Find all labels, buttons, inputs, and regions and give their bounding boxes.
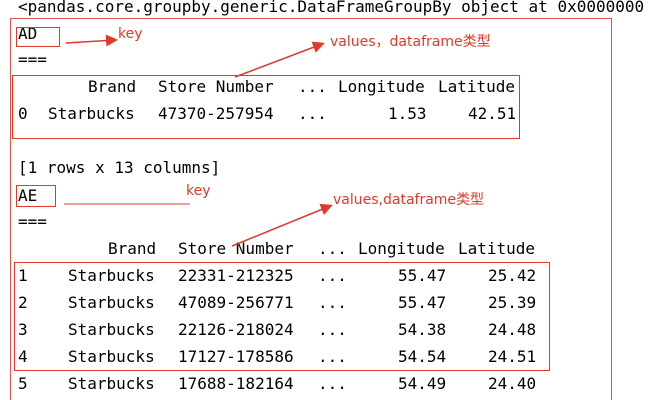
column-header-ellipsis: ... [298, 77, 327, 96]
column-header-store-number: Store Number [178, 239, 294, 258]
row-brand: Starbucks [68, 320, 155, 339]
row-ellipsis: ... [318, 266, 347, 285]
row-brand: Starbucks [68, 347, 155, 366]
row-index: 0 [18, 104, 28, 123]
annotation-values-label: values,dataframe类型 [333, 192, 485, 208]
column-header-brand: Brand [88, 77, 137, 96]
row-store-number: 47089-256771 [178, 293, 294, 312]
column-header-latitude: Latitude [438, 77, 516, 96]
row-ellipsis: ... [318, 320, 347, 339]
row-index: 1 [18, 266, 28, 285]
row-latitude: 24.40 [488, 374, 537, 393]
column-header-longitude: Longitude [358, 239, 445, 258]
row-longitude: 1.53 [388, 104, 427, 123]
row-store-number: 47370-257954 [158, 104, 274, 123]
row-ellipsis: ... [298, 104, 327, 123]
group-separator: === [18, 50, 47, 69]
row-index: 3 [18, 320, 28, 339]
row-index: 5 [18, 374, 28, 393]
row-latitude: 24.51 [488, 347, 537, 366]
row-longitude: 54.54 [398, 347, 447, 366]
row-longitude: 54.38 [398, 320, 447, 339]
console-output: <pandas.core.groupby.generic.DataFrameGr… [0, 0, 670, 400]
row-ellipsis: ... [318, 374, 347, 393]
column-header-ellipsis: ... [318, 239, 347, 258]
row-index: 2 [18, 293, 28, 312]
annotation-key-label: key [118, 26, 143, 42]
key-highlight-box [16, 27, 60, 47]
row-latitude: 25.39 [488, 293, 537, 312]
column-header-store-number: Store Number [158, 77, 274, 96]
row-store-number: 17688-182164 [178, 374, 294, 393]
row-longitude: 54.49 [398, 374, 447, 393]
row-store-number: 22126-218024 [178, 320, 294, 339]
annotation-values-label: values，dataframe类型 [330, 34, 491, 50]
group-separator: === [18, 212, 47, 231]
annotation-key-label: key [186, 183, 211, 199]
row-longitude: 55.47 [398, 293, 447, 312]
row-index: 4 [18, 347, 28, 366]
column-header-longitude: Longitude [338, 77, 425, 96]
key-highlight-box [16, 185, 56, 207]
row-brand: Starbucks [68, 266, 155, 285]
row-brand: Starbucks [48, 104, 135, 123]
dataframe-shape: [1 rows x 13 columns] [18, 158, 221, 177]
row-store-number: 17127-178586 [178, 347, 294, 366]
row-latitude: 25.42 [488, 266, 537, 285]
row-store-number: 22331-212325 [178, 266, 294, 285]
row-ellipsis: ... [318, 347, 347, 366]
column-header-brand: Brand [108, 239, 157, 258]
row-brand: Starbucks [68, 374, 155, 393]
column-header-latitude: Latitude [458, 239, 536, 258]
row-ellipsis: ... [318, 293, 347, 312]
groupby-object-repr: <pandas.core.groupby.generic.DataFrameGr… [18, 0, 645, 16]
row-brand: Starbucks [68, 293, 155, 312]
row-latitude: 42.51 [468, 104, 517, 123]
row-latitude: 24.48 [488, 320, 537, 339]
row-longitude: 55.47 [398, 266, 447, 285]
